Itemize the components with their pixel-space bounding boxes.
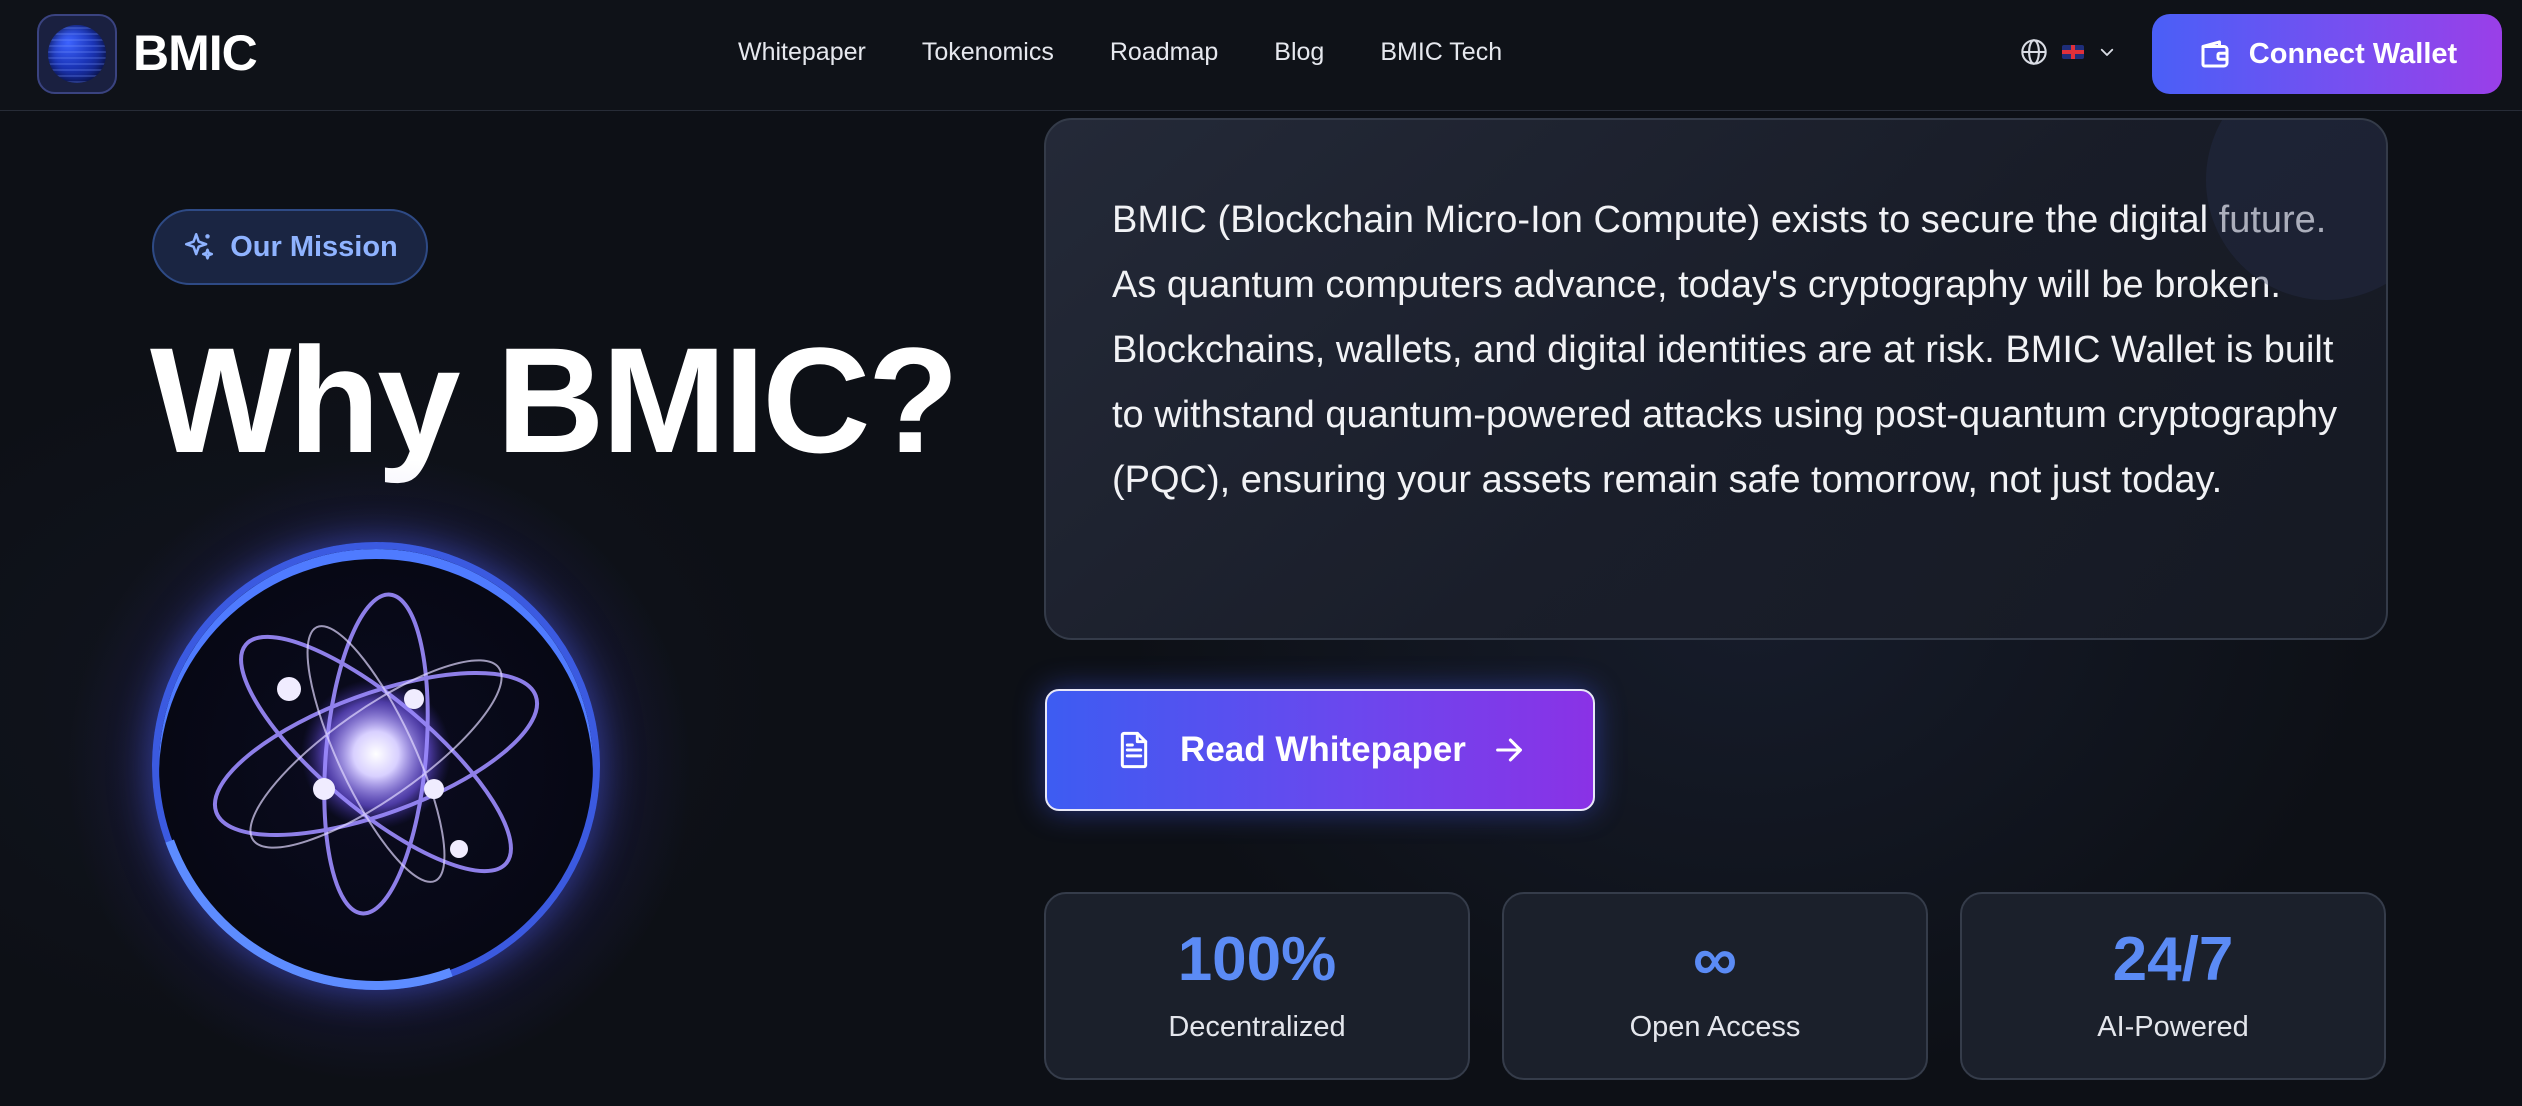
chevron-down-icon — [2098, 43, 2116, 61]
navbar: BMIC Whitepaper Tokenomics Roadmap Blog … — [0, 0, 2522, 111]
connect-wallet-button[interactable]: Connect Wallet — [2152, 14, 2502, 94]
read-whitepaper-button[interactable]: Read Whitepaper — [1045, 689, 1595, 811]
brand-name[interactable]: BMIC — [133, 24, 258, 82]
nav-link-roadmap[interactable]: Roadmap — [1110, 38, 1218, 67]
stat-label: Open Access — [1629, 1010, 1801, 1043]
read-whitepaper-label: Read Whitepaper — [1180, 730, 1466, 769]
stat-card-open-access: ∞ Open Access — [1502, 892, 1928, 1080]
logo[interactable] — [37, 14, 117, 94]
nav-link-bmic-tech[interactable]: BMIC Tech — [1380, 38, 1502, 67]
main-nav: Whitepaper Tokenomics Roadmap Blog BMIC … — [738, 38, 1558, 67]
sparkles-icon — [182, 230, 216, 264]
language-selector[interactable] — [2020, 38, 2116, 66]
our-mission-badge: Our Mission — [152, 209, 428, 285]
stat-value: 100% — [1177, 924, 1337, 994]
nav-link-blog[interactable]: Blog — [1274, 38, 1324, 67]
stat-value: ∞ — [1692, 924, 1738, 994]
our-mission-label: Our Mission — [230, 230, 398, 263]
globe-icon — [2020, 38, 2048, 66]
logo-globe-icon — [48, 25, 106, 83]
arrow-right-icon — [1492, 733, 1526, 767]
document-icon — [1114, 730, 1154, 770]
page: BMIC Whitepaper Tokenomics Roadmap Blog … — [0, 0, 2522, 1106]
nav-link-tokenomics[interactable]: Tokenomics — [922, 38, 1054, 67]
stat-label: AI-Powered — [2097, 1010, 2249, 1043]
stat-card-decentralized: 100% Decentralized — [1044, 892, 1470, 1080]
wallet-icon — [2197, 36, 2233, 72]
stat-value: 24/7 — [2112, 924, 2234, 994]
stat-card-ai-powered: 24/7 AI-Powered — [1960, 892, 2386, 1080]
mission-card: BMIC (Blockchain Micro-Ion Compute) exis… — [1044, 118, 2388, 640]
nav-link-whitepaper[interactable]: Whitepaper — [738, 38, 866, 67]
uk-flag-icon — [2062, 45, 2084, 59]
connect-wallet-label: Connect Wallet — [2248, 37, 2458, 70]
stat-label: Decentralized — [1168, 1010, 1346, 1043]
stats-row: 100% Decentralized ∞ Open Access 24/7 AI… — [1044, 892, 2386, 1080]
mission-description: BMIC (Blockchain Micro-Ion Compute) exis… — [1112, 199, 2338, 501]
